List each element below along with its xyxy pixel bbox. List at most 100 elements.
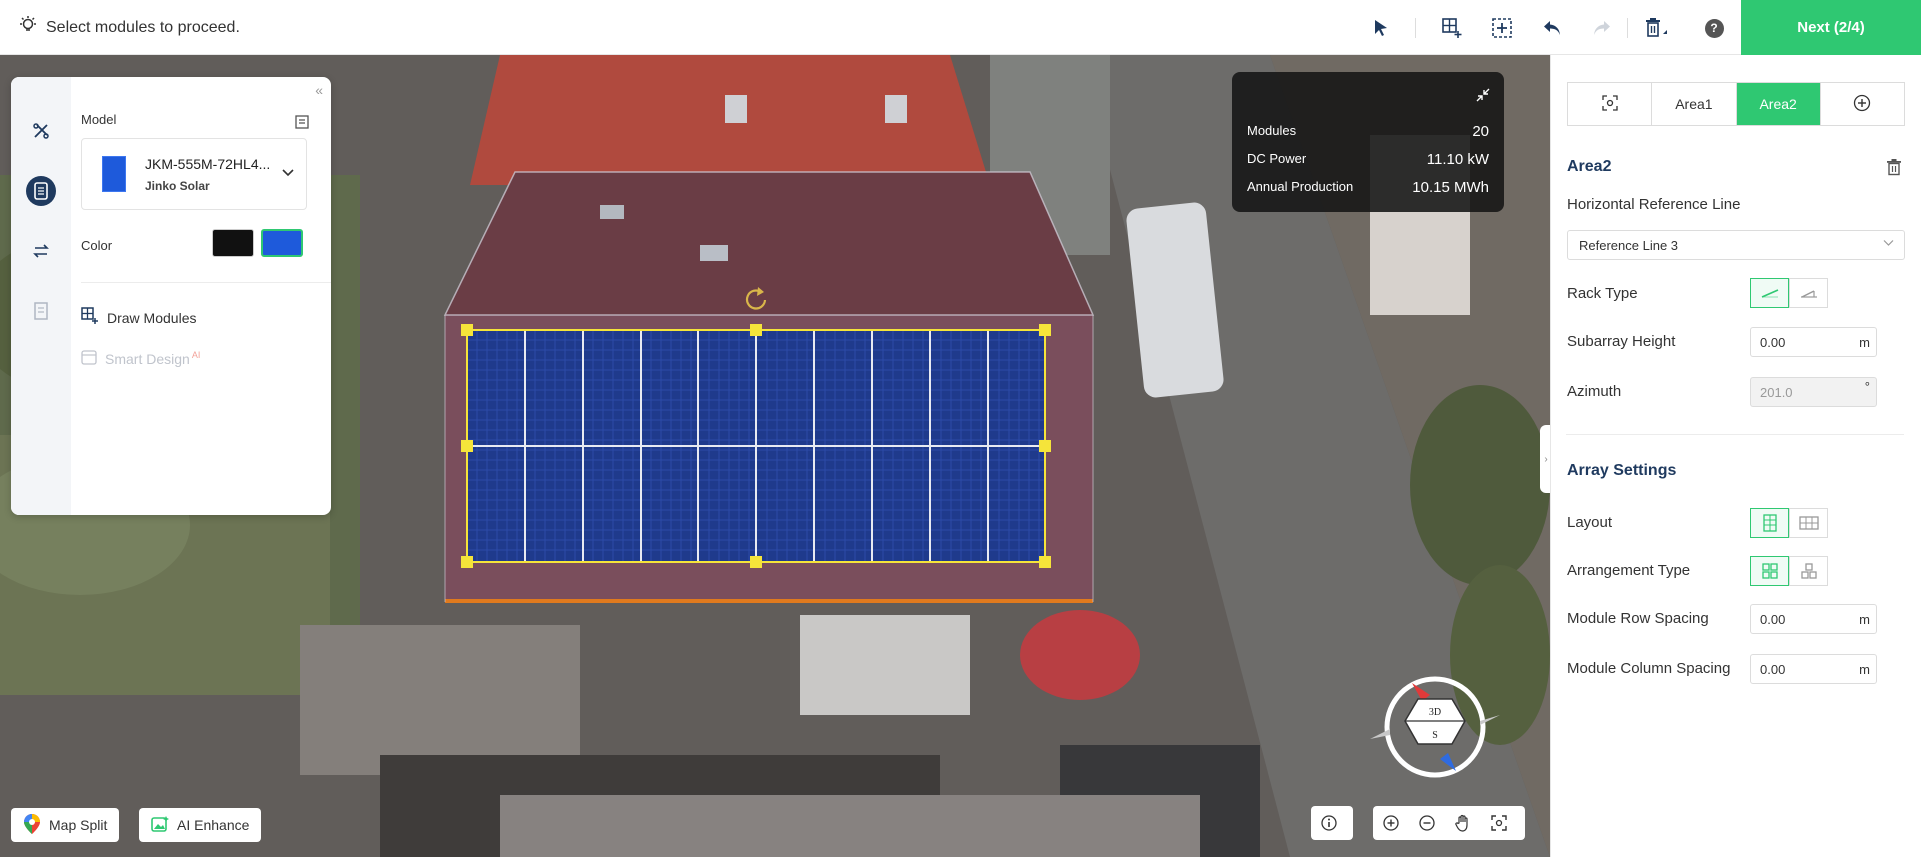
arrangement-grid-button[interactable]: [1750, 556, 1789, 586]
layout-landscape-button[interactable]: [1789, 508, 1828, 538]
model-selector[interactable]: JKM-555M-72HL4... Jinko Solar: [81, 138, 307, 210]
horizontal-ref-select[interactable]: Reference Line 3: [1567, 230, 1905, 260]
draw-modules-grid-icon[interactable]: [1437, 13, 1467, 43]
chevron-down-icon: [282, 165, 294, 181]
focus-icon: [1601, 94, 1618, 114]
staggered-grid-icon: [1800, 563, 1817, 579]
zoom-out-icon[interactable]: [1409, 806, 1445, 840]
module-spec-icon[interactable]: [294, 114, 310, 133]
fit-view-icon[interactable]: [1481, 806, 1517, 840]
row-spacing-label: Module Row Spacing: [1567, 610, 1709, 627]
svg-text:3D: 3D: [1429, 707, 1441, 718]
color-label: Color: [81, 238, 113, 253]
top-toolbar: Select modules to proceed. ? Next (2/4): [0, 0, 1921, 55]
info-icon[interactable]: [1311, 806, 1347, 840]
subarray-height-label: Subarray Height: [1567, 333, 1676, 350]
svg-text:S: S: [1432, 730, 1438, 741]
tab-overview[interactable]: [1568, 83, 1653, 125]
array-settings-title: Array Settings: [1567, 462, 1677, 479]
horizontal-ref-value: Reference Line 3: [1579, 237, 1679, 253]
color-swatch-blue[interactable]: [261, 229, 303, 257]
next-button[interactable]: Next (2/4): [1741, 0, 1921, 55]
azimuth-label: Azimuth: [1567, 383, 1622, 400]
modules-label: Modules: [1247, 123, 1297, 138]
draw-modules-label: Draw Modules: [107, 309, 197, 326]
aligned-grid-icon: [1761, 563, 1778, 579]
tilted-rack-icon: [1800, 290, 1817, 298]
undo-icon[interactable]: [1537, 13, 1567, 43]
map-split-label: Map Split: [49, 817, 108, 833]
layout-toggle: [1750, 508, 1828, 538]
ai-badge: AI: [191, 349, 201, 360]
module-array[interactable]: [466, 329, 1046, 563]
dc-power-label: DC Power: [1247, 151, 1307, 166]
rack-type-flush-button[interactable]: [1750, 278, 1789, 308]
rack-type-tilted-button[interactable]: [1789, 278, 1828, 308]
draw-modules-action[interactable]: Draw Modules: [81, 307, 196, 328]
area-tabs: Area1 Area2: [1567, 82, 1905, 126]
ai-enhance-label: AI Enhance: [177, 817, 250, 833]
redo-icon[interactable]: [1587, 13, 1617, 43]
add-area-icon[interactable]: [1487, 13, 1517, 43]
add-circle-icon: [1853, 94, 1871, 115]
zoom-controls: [1373, 806, 1525, 840]
azimuth-value: 201.0: [1760, 384, 1793, 400]
map-pin-icon: [23, 813, 41, 838]
tab-add-area[interactable]: [1821, 83, 1904, 125]
report-icon[interactable]: [26, 296, 56, 326]
smart-design-label: Smart Design: [105, 350, 190, 367]
column-spacing-input[interactable]: 0.00 m: [1750, 654, 1877, 684]
collapse-panel-icon[interactable]: «: [315, 82, 323, 98]
smart-design-action[interactable]: Smart Design AI: [81, 349, 200, 368]
column-spacing-value: 0.00: [1760, 661, 1786, 677]
annual-production-label: Annual Production: [1247, 179, 1354, 194]
map-split-button[interactable]: Map Split: [11, 808, 120, 842]
tools-icon[interactable]: [26, 116, 56, 146]
azimuth-input[interactable]: 201.0 °: [1750, 377, 1877, 407]
dc-power-value: 11.10 kW: [1426, 151, 1489, 168]
module-thumbnail: [102, 156, 126, 192]
layout-portrait-button[interactable]: [1750, 508, 1789, 538]
rack-type-toggle: [1750, 278, 1828, 308]
annual-production-value: 10.15 MWh: [1412, 179, 1489, 196]
tab-area1[interactable]: Area1: [1652, 83, 1737, 125]
panel-rail: [11, 77, 71, 515]
arrangement-staggered-button[interactable]: [1789, 556, 1828, 586]
tab-area2[interactable]: Area2: [1736, 83, 1821, 125]
flush-rack-icon: [1761, 289, 1778, 298]
select-cursor-icon[interactable]: [1366, 13, 1396, 43]
pan-hand-icon[interactable]: [1445, 806, 1481, 840]
compass-widget[interactable]: 3D S: [1360, 659, 1510, 785]
minimize-icon[interactable]: [1476, 88, 1490, 105]
module-icon[interactable]: [26, 176, 56, 206]
zoom-in-icon[interactable]: [1373, 806, 1409, 840]
column-spacing-label: Module Column Spacing: [1567, 660, 1731, 677]
stats-panel: Modules 20 DC Power 11.10 kW Annual Prod…: [1232, 72, 1504, 212]
hint-text: Select modules to proceed.: [46, 18, 240, 36]
model-brand: Jinko Solar: [145, 179, 210, 193]
swap-icon[interactable]: [26, 236, 56, 266]
help-icon[interactable]: ?: [1699, 13, 1729, 43]
calendar-icon: [81, 349, 97, 368]
arrangement-type-label: Arrangement Type: [1567, 562, 1691, 579]
ai-enhance-button[interactable]: AI Enhance: [139, 808, 262, 842]
model-name: JKM-555M-72HL4...: [145, 156, 271, 172]
portrait-grid-icon: [1762, 514, 1777, 532]
delete-area-icon[interactable]: [1885, 158, 1903, 179]
info-button[interactable]: [1311, 806, 1353, 840]
layout-label: Layout: [1567, 514, 1613, 531]
draw-modules-icon: [81, 307, 99, 328]
horizontal-ref-label: Horizontal Reference Line: [1567, 196, 1741, 213]
modules-value: 20: [1472, 123, 1489, 140]
delete-menu-icon[interactable]: [1641, 13, 1671, 43]
module-panel: « Model JKM-555M-72HL4... Jinko Solar Co…: [11, 77, 331, 515]
color-swatch-black[interactable]: [212, 229, 254, 257]
image-enhance-icon: [151, 815, 169, 836]
model-label: Model: [81, 112, 117, 127]
subarray-height-value: 0.00: [1760, 334, 1786, 350]
chevron-down-icon: [1883, 238, 1894, 250]
hint: Select modules to proceed.: [18, 0, 240, 55]
row-spacing-input[interactable]: 0.00 m: [1750, 604, 1877, 634]
subarray-height-input[interactable]: 0.00 m: [1750, 327, 1877, 357]
area-title: Area2: [1567, 158, 1612, 175]
